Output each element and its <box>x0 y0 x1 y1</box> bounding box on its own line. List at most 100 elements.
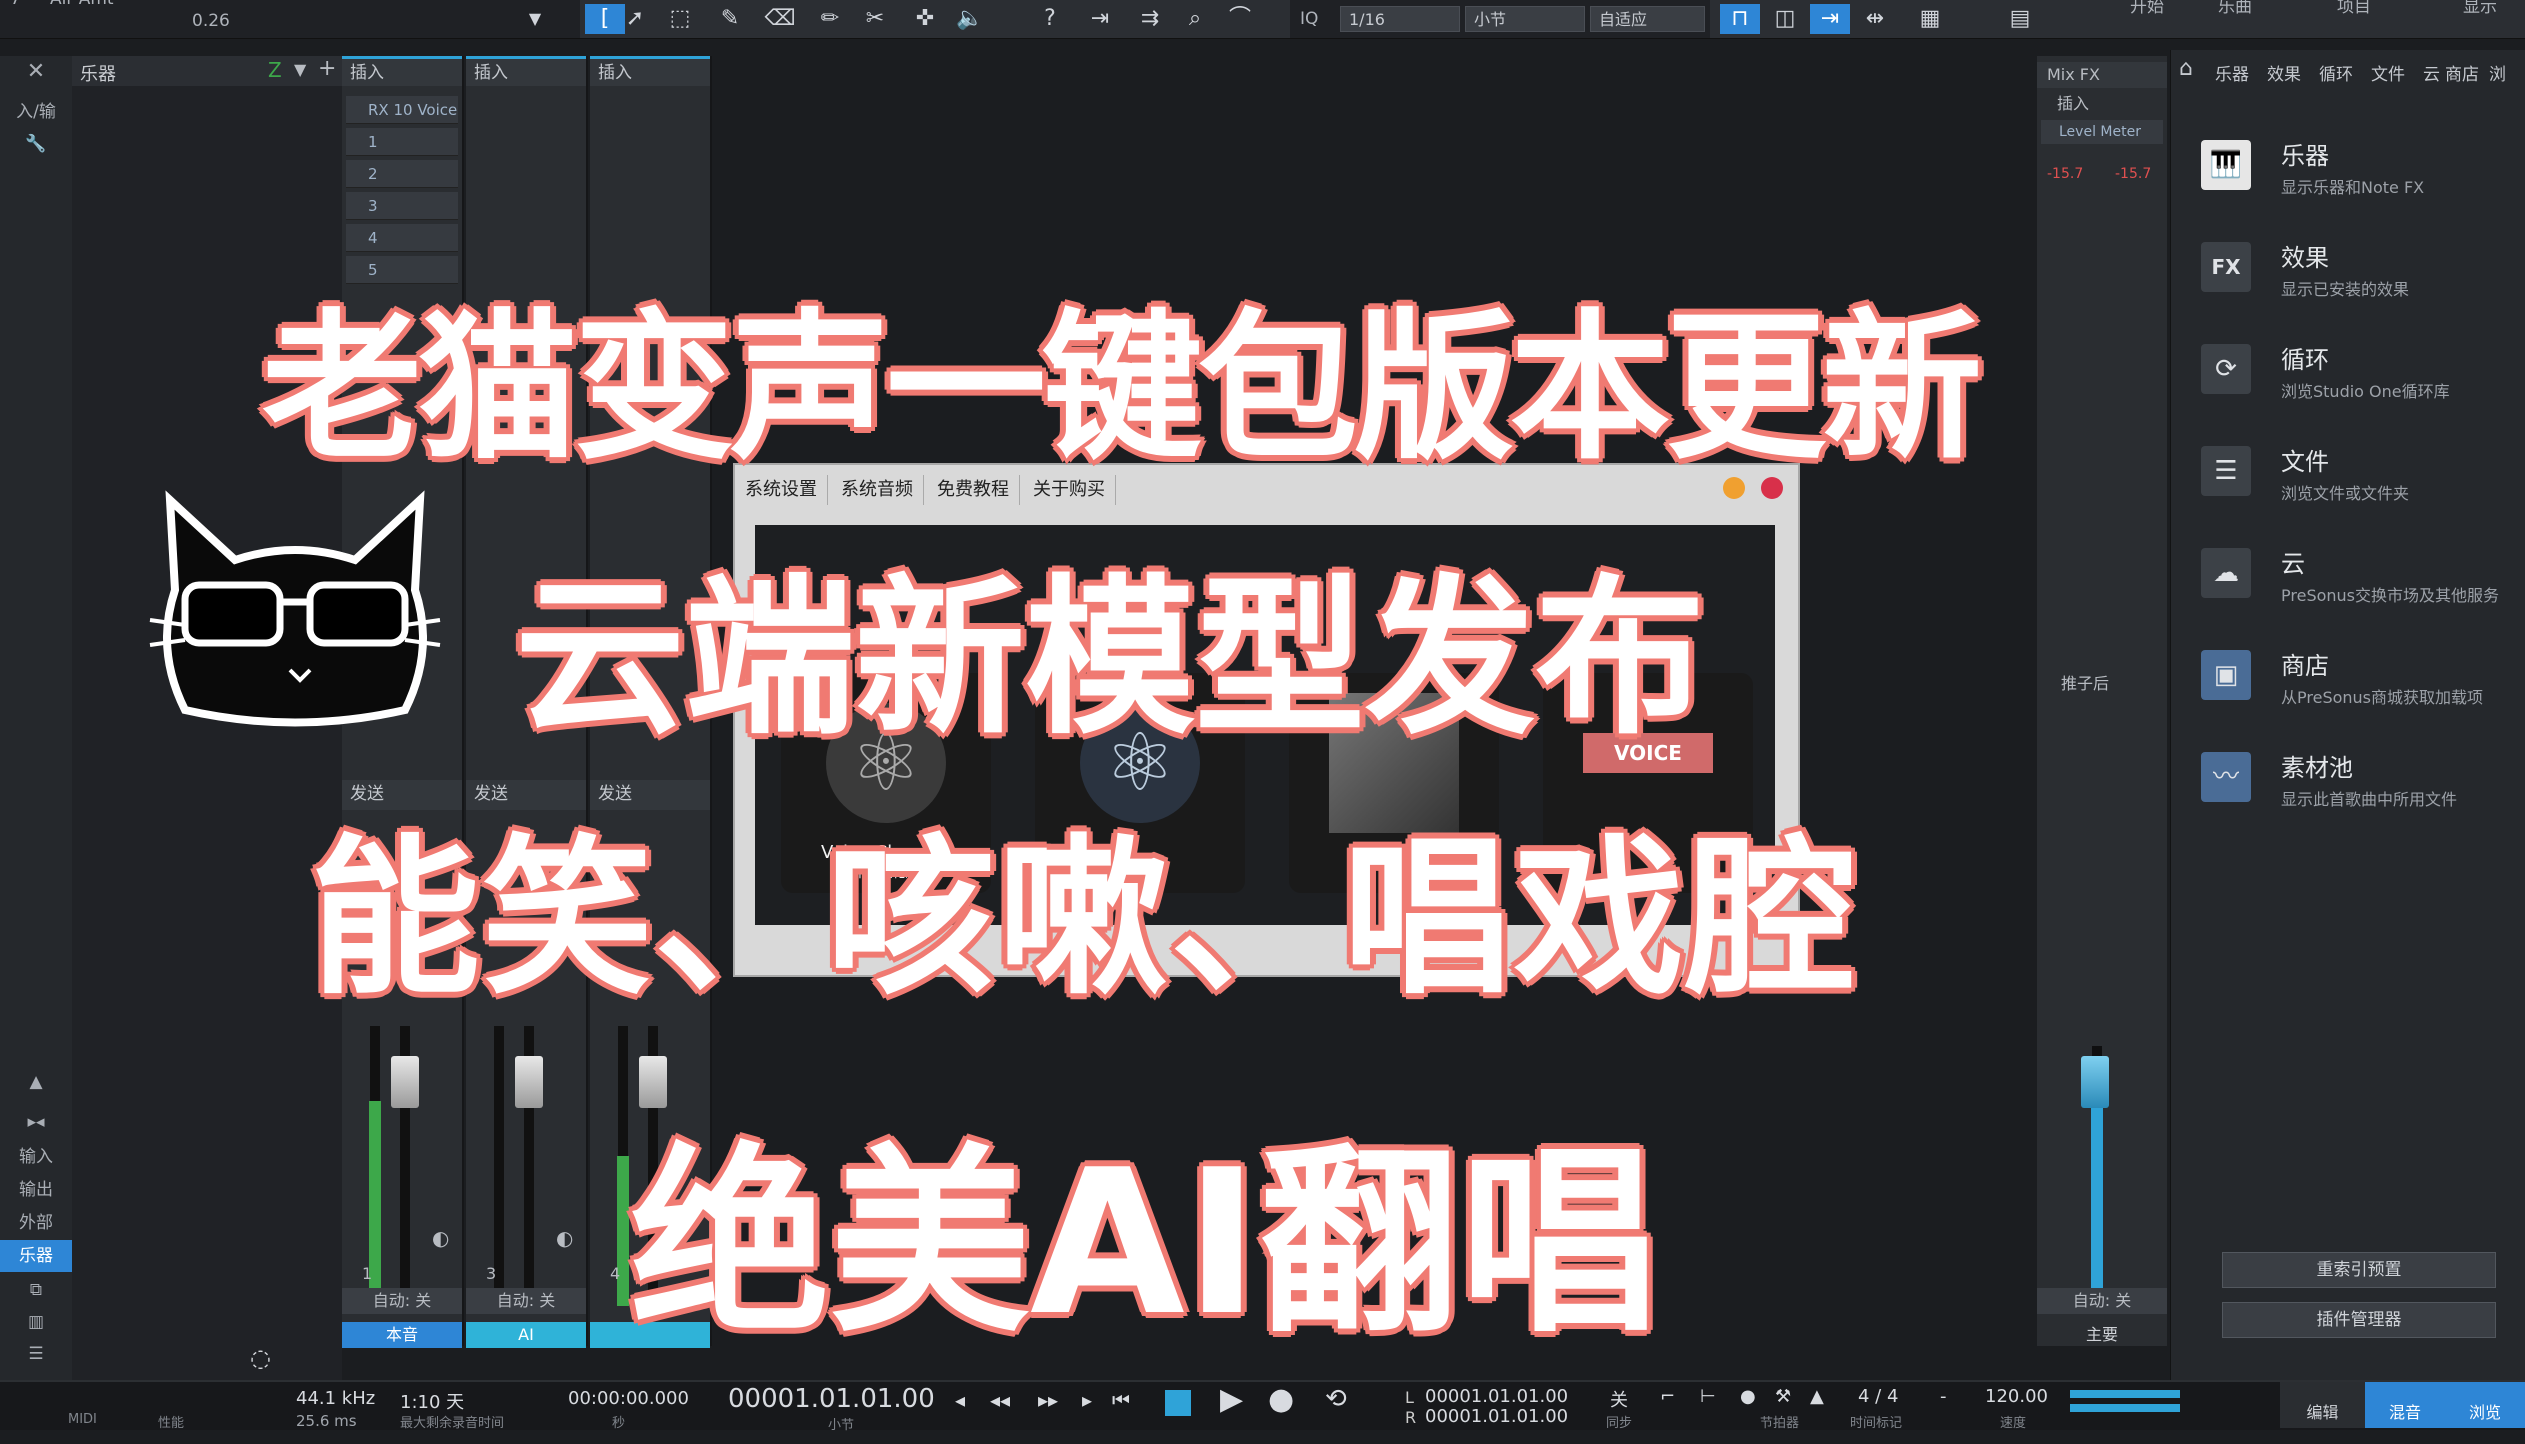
channel-name[interactable]: AI <box>466 1322 586 1348</box>
browser-item-files[interactable]: ☰ 文件 浏览文件或文件夹 <box>2201 436 2521 528</box>
browse-view-button[interactable]: 浏览 <box>2445 1382 2525 1428</box>
range-tool-icon[interactable]: ⬚ <box>660 4 700 34</box>
play-button[interactable]: ▶ <box>1220 1382 1243 1417</box>
volume-fader[interactable] <box>391 1056 419 1108</box>
bars-icon[interactable]: ▥ <box>0 1306 72 1338</box>
sync-value[interactable]: 关 <box>1610 1386 1628 1412</box>
io-label[interactable]: 入/输 <box>0 96 72 128</box>
mix-fx-title[interactable]: Mix FX <box>2037 62 2167 88</box>
browser-tab-files[interactable]: 文件 <box>2371 60 2405 85</box>
browser-tab-loops[interactable]: 循环 <box>2319 60 2353 85</box>
snap-select[interactable]: 自适应 <box>1590 6 1705 32</box>
browser-tab-effects[interactable]: 效果 <box>2267 60 2301 85</box>
insert-slot[interactable]: 2 <box>346 160 458 188</box>
layers-icon[interactable]: ⧉ <box>0 1274 72 1306</box>
quantize-select[interactable]: 1/16 <box>1340 6 1460 32</box>
listen-tool-icon[interactable]: 🔈 <box>950 4 990 34</box>
volume-fader[interactable] <box>515 1056 543 1108</box>
bend-tool-icon[interactable]: ✜ <box>905 4 945 34</box>
loop-left[interactable]: 00001.01.01.00 <box>1425 1386 1568 1407</box>
nav-start[interactable]: 开始 <box>2130 0 2164 34</box>
snap-toggle-icon[interactable]: ⊓ <box>1720 4 1760 34</box>
browser-item-instruments[interactable]: 🎹 乐器 显示乐器和Note FX <box>2201 130 2521 222</box>
insert-slot[interactable]: 1 <box>346 128 458 156</box>
pan-knob-icon[interactable]: ◐ <box>556 1226 573 1250</box>
insert-header[interactable]: 插入 <box>2037 92 2167 116</box>
zoom-icon[interactable]: ⌕ <box>1175 4 1215 34</box>
nav-project[interactable]: 项目 <box>2337 0 2371 34</box>
tempo-minus[interactable]: - <box>1940 1386 1947 1407</box>
left-item-output[interactable]: 输出 <box>0 1174 72 1206</box>
wrench-icon[interactable]: 🔧 <box>0 128 72 160</box>
insert-header[interactable]: 插入 <box>466 56 586 86</box>
timebase-select[interactable]: 小节 <box>1465 6 1585 32</box>
left-item-external[interactable]: 外部 <box>0 1207 72 1239</box>
cursor-follow-icon[interactable]: ⇹ <box>1855 4 1895 34</box>
fast-forward-icon[interactable]: ▸▸ <box>1038 1388 1058 1412</box>
plugin-manager-button[interactable]: 插件管理器 <box>2222 1302 2496 1338</box>
tempo-value[interactable]: 120.00 <box>1985 1386 2048 1407</box>
insert-header[interactable]: 插入 <box>590 56 710 86</box>
home-icon[interactable]: ⌂ <box>2179 56 2193 81</box>
paint-tool-icon[interactable]: ✏ <box>810 4 850 34</box>
rewind-start-icon[interactable]: ◂ <box>955 1388 965 1412</box>
nav-display[interactable]: 显示 <box>2463 0 2497 34</box>
split-icon[interactable]: ◫ <box>1765 4 1805 34</box>
stop-button[interactable] <box>1165 1390 1191 1416</box>
autoscroll-icon[interactable]: ⇥ <box>1810 4 1850 34</box>
metronome-icon[interactable]: ▲ <box>1810 1386 1824 1407</box>
insert-slot[interactable]: RX 10 Voice <box>346 96 458 124</box>
browser-item-pool[interactable]: 〰 素材池 显示此首歌曲中所用文件 <box>2201 742 2521 834</box>
insert-slot[interactable]: 3 <box>346 192 458 220</box>
browser-item-loops[interactable]: ⟳ 循环 浏览Studio One循环库 <box>2201 334 2521 426</box>
metronome-tool-icon[interactable]: ⌒ <box>1220 4 1260 34</box>
wrench-icon[interactable]: ⚒ <box>1775 1386 1791 1407</box>
eraser-tool-icon[interactable]: ⌫ <box>760 4 800 34</box>
automation-label[interactable]: 自动: 关 <box>2037 1288 2167 1314</box>
narrow-icon[interactable]: ▸◂ <box>0 1106 72 1138</box>
left-item-instrument[interactable]: 乐器 <box>0 1240 72 1272</box>
punch-icon[interactable]: ⊢ <box>1700 1386 1716 1407</box>
insert-slot[interactable]: 4 <box>346 224 458 252</box>
browser-item-cloud[interactable]: ☁ 云 PreSonus交换市场及其他服务 <box>2201 538 2521 630</box>
automation-label[interactable]: 自动: 关 <box>342 1288 462 1314</box>
precount-icon[interactable]: ⌐ <box>1660 1386 1675 1407</box>
skip-start-icon[interactable]: ⏮ <box>1112 1388 1130 1412</box>
loop-icon[interactable]: ⟲ <box>1325 1384 1347 1414</box>
time-signature[interactable]: 4 / 4 <box>1858 1386 1898 1407</box>
browser-item-effects[interactable]: FX 效果 显示已安装的效果 <box>2201 232 2521 324</box>
browser-item-store[interactable]: ▣ 商店 从PreSonus商城获取加载项 <box>2201 640 2521 732</box>
position-display[interactable]: 00001.01.01.00 <box>728 1384 935 1414</box>
z-icon[interactable]: Z <box>268 58 282 82</box>
chevron-down-icon[interactable]: ▼ <box>294 60 306 79</box>
channel-name[interactable]: 主要 <box>2037 1322 2167 1348</box>
pan-knob-icon[interactable]: ◐ <box>432 1226 449 1250</box>
edit-view-button[interactable]: 编辑 <box>2280 1382 2365 1428</box>
insert-header[interactable]: 插入 <box>342 56 462 86</box>
arrow-tool-icon[interactable]: ➚ <box>615 4 655 34</box>
nav-song[interactable]: 乐曲 <box>2218 0 2252 34</box>
add-icon[interactable]: + <box>318 56 336 81</box>
rewind-icon[interactable]: ◂◂ <box>990 1388 1010 1412</box>
browser-tab-store[interactable]: 商店 <box>2445 60 2479 85</box>
mix-view-button[interactable]: 混音 <box>2365 1382 2445 1428</box>
volume-fader[interactable] <box>2081 1056 2109 1108</box>
channel-name[interactable]: 本音 <box>342 1322 462 1348</box>
reindex-presets-button[interactable]: 重索引预置 <box>2222 1252 2496 1288</box>
forward-end-icon[interactable]: ▸ <box>1082 1388 1092 1412</box>
browser-tab-cloud[interactable]: 云 <box>2423 60 2440 85</box>
browser-tab-pool[interactable]: 浏 <box>2489 60 2506 85</box>
time-seconds[interactable]: 00:00:00.000 <box>568 1388 689 1409</box>
nudge-icon[interactable]: ⇉ <box>1130 4 1170 34</box>
level-meter-slot[interactable]: Level Meter <box>2041 120 2163 144</box>
chevron-down-icon[interactable]: ▼ <box>515 4 555 34</box>
help-icon[interactable]: ? <box>1030 4 1070 34</box>
film-icon[interactable]: ▤ <box>2000 4 2040 34</box>
skip-icon[interactable]: ⇥ <box>1080 4 1120 34</box>
menu-icon[interactable]: ☰ <box>0 1338 72 1370</box>
value-readout[interactable]: 0.26 <box>192 10 230 48</box>
browser-tab-instruments[interactable]: 乐器 <box>2215 60 2249 85</box>
metronome-dot-icon[interactable]: ● <box>1740 1386 1756 1407</box>
left-item-input[interactable]: 输入 <box>0 1141 72 1173</box>
post-fader-label[interactable]: 推子后 <box>2037 671 2167 697</box>
